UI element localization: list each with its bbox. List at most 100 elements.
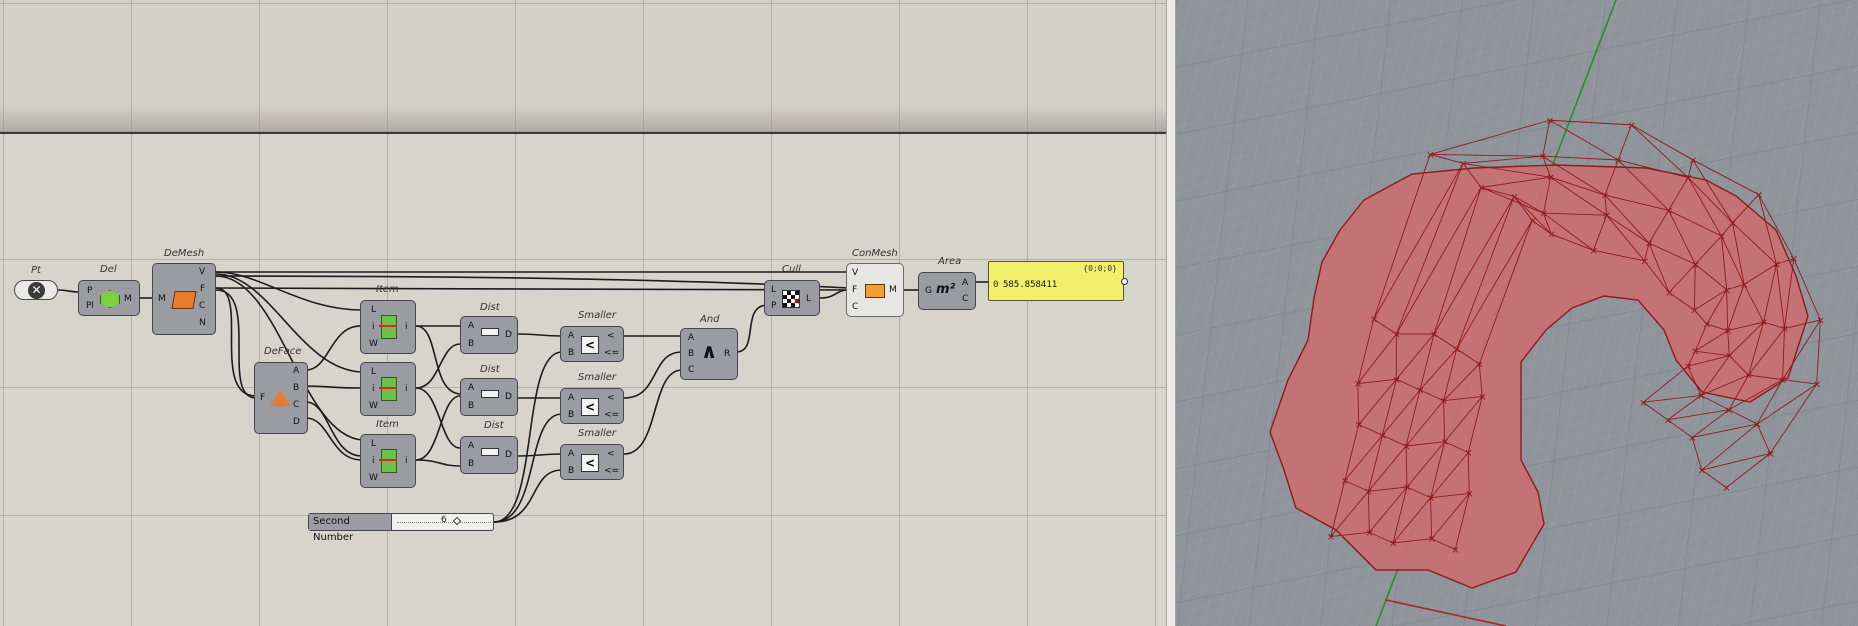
smaller-component-1[interactable]: A B < < <= [560,326,624,362]
port-l[interactable]: L [371,305,376,315]
port-l[interactable]: L [771,285,776,295]
port-lt[interactable]: < [607,449,615,459]
conmesh-component[interactable]: V F C M [846,263,904,317]
port-a[interactable]: A [468,321,474,331]
port-w[interactable]: W [369,339,378,349]
item-component-1[interactable]: L i W i [360,300,416,354]
cull-cross-icon: ✕ [792,295,802,308]
mesh-vertex-marker: ✕ [1355,421,1363,432]
area-value-panel[interactable]: {0;0;0} 0 585.858411 [988,261,1124,301]
port-c[interactable]: C [688,365,694,375]
port-c[interactable]: C [293,400,299,410]
del-component[interactable]: P Pl M [78,280,140,316]
port-g[interactable]: G [925,286,932,296]
port-le[interactable]: <= [604,348,619,358]
port-a[interactable]: A [568,331,574,341]
del-label: Del [100,264,117,275]
port-w[interactable]: W [369,473,378,483]
port-le[interactable]: <= [604,466,619,476]
port-a[interactable]: A [568,449,574,459]
port-lt[interactable]: < [607,331,615,341]
port-a[interactable]: A [468,441,474,451]
list-item-icon [381,377,397,401]
port-f[interactable]: F [200,284,205,294]
port-m[interactable]: M [158,294,166,304]
port-i-out[interactable]: i [405,456,408,466]
port-l-out[interactable]: L [806,294,811,304]
port-a[interactable]: A [962,278,968,288]
port-d[interactable]: D [505,450,512,460]
port-b[interactable]: B [468,459,474,469]
port-i-out[interactable]: i [405,322,408,332]
smaller-component-2[interactable]: A B < < <= [560,388,624,424]
port-le[interactable]: <= [604,410,619,420]
dist-component-2[interactable]: A B D [460,378,518,416]
deconstruct-face-icon [270,390,290,406]
port-p[interactable]: P [87,286,92,296]
panel-output-grip[interactable] [1121,278,1128,285]
item-component-3[interactable]: L i W i [360,434,416,488]
port-b[interactable]: B [568,466,574,476]
port-d[interactable]: D [505,330,512,340]
port-a[interactable]: A [468,383,474,393]
port-b[interactable]: B [568,348,574,358]
port-c[interactable]: C [199,301,205,311]
mesh-vertex-marker: ✕ [1725,352,1733,363]
rhino-viewport[interactable]: ✕ ✕ ✕ ✕ ✕ ✕ ✕ ✕ ✕ ✕ ✕ ✕ ✕ ✕ ✕ ✕ ✕ ✕ ✕ ✕ ✕ ✕ ✕ ✕ ✕ ✕ ✕ ✕ ✕ ✕ ✕ ✕ ✕ ✕ ✕ ✕ ✕ ✕ ✕ ✕… [1176,0,1858,626]
port-m[interactable]: M [124,294,132,304]
port-a[interactable]: A [568,393,574,403]
list-item-icon [381,315,397,339]
demesh-component[interactable]: M V F C N [152,263,216,335]
port-lt[interactable]: < [607,393,615,403]
port-c[interactable]: C [852,302,858,312]
deface-component[interactable]: F A B C D [254,362,308,434]
port-i[interactable]: i [372,456,375,466]
smaller-component-3[interactable]: A B < < <= [560,444,624,480]
grasshopper-canvas[interactable]: Pt ✕ Del P Pl M DeMesh M V F C N DeFace … [0,0,1166,626]
item-component-2[interactable]: L i W i [360,362,416,416]
construct-mesh-icon [865,284,885,298]
pt-component[interactable]: ✕ [14,280,58,300]
port-b[interactable]: B [568,410,574,420]
port-f[interactable]: F [852,285,857,295]
port-p[interactable]: P [771,301,776,311]
port-b[interactable]: B [688,349,694,359]
port-l[interactable]: L [371,439,376,449]
mesh-vertex-marker: ✕ [1691,347,1699,358]
panel-path-header: {0;0;0} [1083,264,1117,273]
cull-component[interactable]: L P ✕ L [764,280,820,316]
distance-icon [481,328,499,336]
port-l[interactable]: L [371,367,376,377]
port-b[interactable]: B [468,401,474,411]
dist-component-1[interactable]: A B D [460,316,518,354]
slider-value: 6 [441,515,447,525]
panel-divider[interactable] [1166,0,1176,626]
port-d[interactable]: D [505,392,512,402]
port-r[interactable]: R [724,349,730,359]
number-slider[interactable]: Second Number 6 [308,513,494,543]
mesh-vertex-marker: ✕ [1645,239,1653,250]
port-c[interactable]: C [962,294,968,304]
area-component[interactable]: G m² A C [918,272,976,310]
port-v[interactable]: V [852,268,858,278]
port-f[interactable]: F [260,393,265,403]
distance-icon [481,390,499,398]
port-a[interactable]: A [293,366,299,376]
port-d[interactable]: D [293,417,300,427]
port-i-out[interactable]: i [405,384,408,394]
port-pl[interactable]: Pl [86,301,94,311]
port-b[interactable]: B [293,383,299,393]
point-icon: ✕ [28,282,45,299]
port-a[interactable]: A [688,333,694,343]
port-m[interactable]: M [889,285,897,295]
and-component[interactable]: A B C ∧ R [680,328,738,380]
port-n[interactable]: N [199,318,206,328]
port-v[interactable]: V [199,267,205,277]
port-b[interactable]: B [468,339,474,349]
mesh-vertex-marker: ✕ [1723,286,1731,297]
dist-component-3[interactable]: A B D [460,436,518,474]
port-w[interactable]: W [369,401,378,411]
slider-knob[interactable] [452,516,462,526]
port-i[interactable]: i [372,322,375,332]
port-i[interactable]: i [372,384,375,394]
